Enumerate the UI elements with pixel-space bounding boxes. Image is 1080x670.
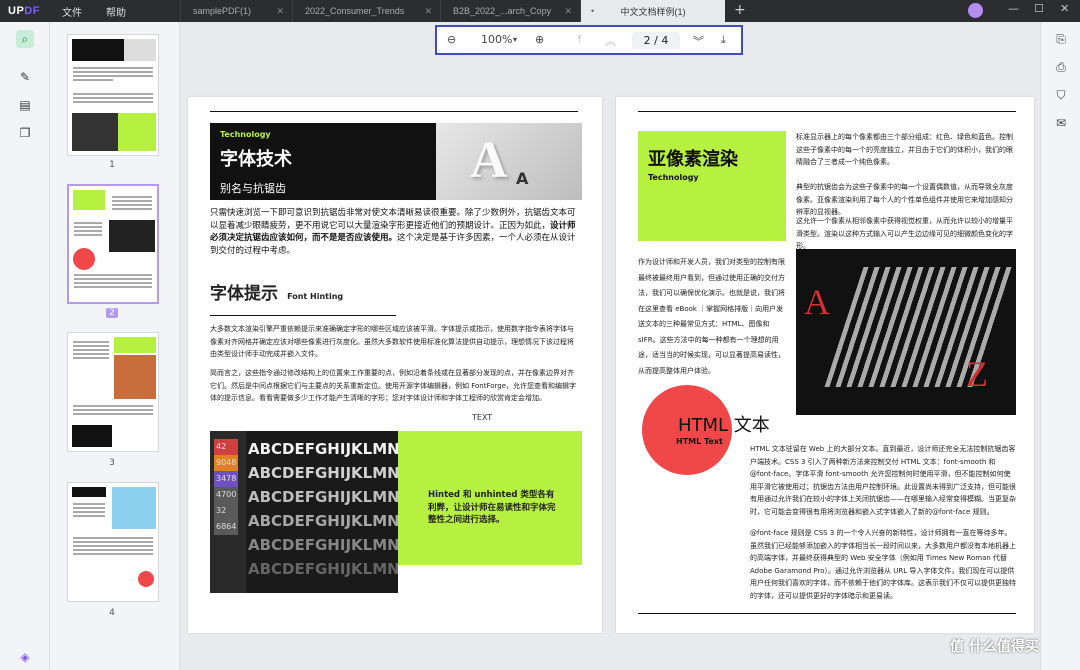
comment-icon[interactable]: ✎ <box>16 68 34 86</box>
html-paragraph-1: HTML 文本驻留在 Web 上的大部分文本。直到最近，设计师还完全无法控制抗锯… <box>750 445 1016 516</box>
right-toolbar: ⎘ ⎙ ⛉ ✉ <box>1040 22 1080 670</box>
hinting-heading: 字体提示 Font Hinting <box>210 279 343 304</box>
first-page-icon[interactable]: ⤒ <box>577 33 582 47</box>
close-tab-icon[interactable]: • <box>591 6 594 16</box>
html-circle: HTML 文本 HTML Text <box>642 385 770 475</box>
tab-chinese-doc[interactable]: • 中文文档样例(1) <box>580 0 725 22</box>
previous-page-icon[interactable]: ︽ <box>605 33 616 49</box>
tab-b2b[interactable]: B2B_2022_...arch_Copy ✕ <box>440 0 580 22</box>
pdf-page-right: 亚像素渲染 Technology 标准显示器上的每个像素都由三个部分组成：红色、… <box>616 97 1034 633</box>
close-tab-icon[interactable]: ✕ <box>424 6 432 17</box>
intro-paragraph: 只需快速浏览一下即可意识到抗锯齿非常对使文本清晰易读很重要。除了少数例外，抗锯齿… <box>210 207 580 257</box>
organize-pages-icon[interactable]: ❐ <box>16 124 34 142</box>
hinting-title-en: Font Hinting <box>287 292 344 301</box>
image-caption: TEXT <box>472 413 493 422</box>
tag: Technology <box>220 130 271 139</box>
az-image: A Z <box>796 249 1016 415</box>
close-tab-icon[interactable]: ✕ <box>276 6 284 17</box>
subpixel-paragraph-3: 这允许一个像素从相邻像素中获得视觉权重，从而允许以较小的增量平滑类型。渲染以这种… <box>796 217 1013 250</box>
subpixel-paragraph-1: 标准显示器上的每个像素都由三个部分组成：红色、绿色和蓝色。控制这些子像素中的每一… <box>796 133 1013 166</box>
subpixel-paragraph-2: 典型的抗锯齿会为这些子像素中的每一个设置偶数值，从而导致全灰度像素。亚像素渲染利… <box>796 183 1013 216</box>
title-bar: UPDF 文件 帮助 samplePDF(1) ✕ 2022_Consumer_T… <box>0 0 1080 22</box>
share-mail-icon[interactable]: ✉ <box>1052 116 1070 134</box>
app-logo: UPDF <box>8 5 40 17</box>
watermark: 值 什么值得买 <box>950 639 1039 655</box>
close-tab-icon[interactable]: ✕ <box>564 6 572 17</box>
thumbnail-panel: 1 2 3 4 <box>50 22 180 670</box>
tab-consumer-trends[interactable]: 2022_Consumer_Trends ✕ <box>292 0 440 22</box>
intro-text: 只需快速浏览一下即可意识到抗锯齿非常对使文本清晰易读很重要。除了少数例外，抗锯齿… <box>210 208 576 231</box>
left-toolbar: ⌕ ✎ ▤ ❐ ◈ <box>0 22 50 670</box>
protect-icon[interactable]: ⛉ <box>1052 88 1070 106</box>
layers-icon[interactable]: ◈ <box>16 648 34 666</box>
tab-label: B2B_2022_...arch_Copy <box>453 6 552 16</box>
thumbnail-page-1[interactable] <box>67 34 159 156</box>
page-number-input[interactable]: 2 / 4 <box>632 32 680 49</box>
total-pages: 4 <box>661 34 669 47</box>
photo-numbers: 42 9048 3478 4700 32 6864 <box>214 439 239 535</box>
zoom-level[interactable]: 100% <box>481 33 512 46</box>
tab-label: 中文文档样例(1) <box>620 6 686 17</box>
maximize-button[interactable]: ☐ <box>1034 2 1044 15</box>
callout-text: Hinted 和 unhinted 类型各有利弊，让设计师在易读性和字体完整性之… <box>428 490 556 525</box>
minimize-button[interactable]: — <box>1008 2 1019 15</box>
photo-letters: ABCDEFGHIJKLMNO ABCDEFGHIJKLMNO ABCDEFGHIJ… <box>248 440 398 578</box>
hinting-paragraph-1: 大多数文本渲染引擎严重依赖提示来准确确定字形的哪些区域应该被平滑。字体提示或指示… <box>210 325 574 358</box>
zoom-in-icon[interactable]: ⊕ <box>535 33 544 46</box>
menu-help[interactable]: 帮助 <box>94 4 138 19</box>
delivery-paragraph: 作为设计师和开发人员，我们对类型的控制有限最终被最终用户看到，但通过使用正确的交… <box>638 258 785 375</box>
menu-file[interactable]: 文件 <box>50 4 94 19</box>
export-pdf-icon[interactable]: ⎘ <box>1052 32 1070 50</box>
hinting-title: 字体提示 <box>210 284 278 304</box>
reader-mode-icon[interactable]: ⌕ <box>16 30 34 48</box>
tab-label: samplePDF(1) <box>193 6 252 16</box>
subpixel-title-box: 亚像素渲染 Technology <box>638 131 786 241</box>
html-title: HTML 文本 <box>678 415 770 436</box>
next-page-icon[interactable]: ︾ <box>693 33 704 49</box>
close-button[interactable]: ✕ <box>1060 2 1069 15</box>
thumbnail-number: 1 <box>109 160 115 170</box>
document-view[interactable]: ⊖ 100% ▾ ⊕ ⤒ ︽ 2 / 4 ︾ ⤓ Technology 字体技术… <box>180 22 1040 670</box>
thumbnail-page-2[interactable] <box>67 184 159 304</box>
abc-photo: 42 9048 3478 4700 32 6864 ABCDEFGHIJKLMN… <box>210 431 398 593</box>
page-title: 亚像素渲染 <box>648 149 738 170</box>
add-tab-button[interactable]: + <box>734 2 746 18</box>
thumbnail-number: 4 <box>109 608 115 618</box>
tab-label: 2022_Consumer_Trends <box>305 6 405 16</box>
print-icon[interactable]: ⎙ <box>1052 60 1070 78</box>
page-separator: / <box>654 34 658 47</box>
tag: Technology <box>648 173 699 182</box>
thumbnail-number-selected: 2 <box>106 308 118 318</box>
html-paragraph-2: @font-face 规则是 CSS 3 的一个令人兴奋的新特性，设计师拥有一直… <box>750 529 1016 600</box>
page-toolbar: ⊖ 100% ▾ ⊕ ⤒ ︽ 2 / 4 ︾ ⤓ <box>435 25 743 55</box>
tab-samplepdf[interactable]: samplePDF(1) ✕ <box>180 0 292 22</box>
avatar[interactable] <box>968 3 983 18</box>
page-title: 字体技术 <box>220 149 292 170</box>
thumbnail-number: 3 <box>109 458 115 468</box>
zoom-out-icon[interactable]: ⊖ <box>447 33 456 46</box>
page-subtitle: 别名与抗锯齿 <box>220 182 286 195</box>
current-page: 2 <box>643 34 651 47</box>
hinting-paragraph-2: 简而言之，这些指令通过修改结构上的位置来工作重要的点，例如沿着条线或在显著部分发… <box>210 369 577 402</box>
last-page-icon[interactable]: ⤓ <box>721 33 726 47</box>
pdf-page-left: Technology 字体技术 别名与抗锯齿 A A 只需快速浏览一下即可意识到… <box>188 97 602 633</box>
html-subtitle: HTML Text <box>676 437 723 446</box>
zoom-dropdown-icon[interactable]: ▾ <box>513 35 517 44</box>
callout-box: Hinted 和 unhinted 类型各有利弊，让设计师在易读性和字体完整性之… <box>398 431 582 565</box>
letter-a-image: A A <box>436 123 582 200</box>
title-banner: Technology 字体技术 别名与抗锯齿 <box>210 123 436 200</box>
edit-text-icon[interactable]: ▤ <box>16 96 34 114</box>
thumbnail-page-3[interactable] <box>67 332 159 452</box>
thumbnail-page-4[interactable] <box>67 482 159 602</box>
